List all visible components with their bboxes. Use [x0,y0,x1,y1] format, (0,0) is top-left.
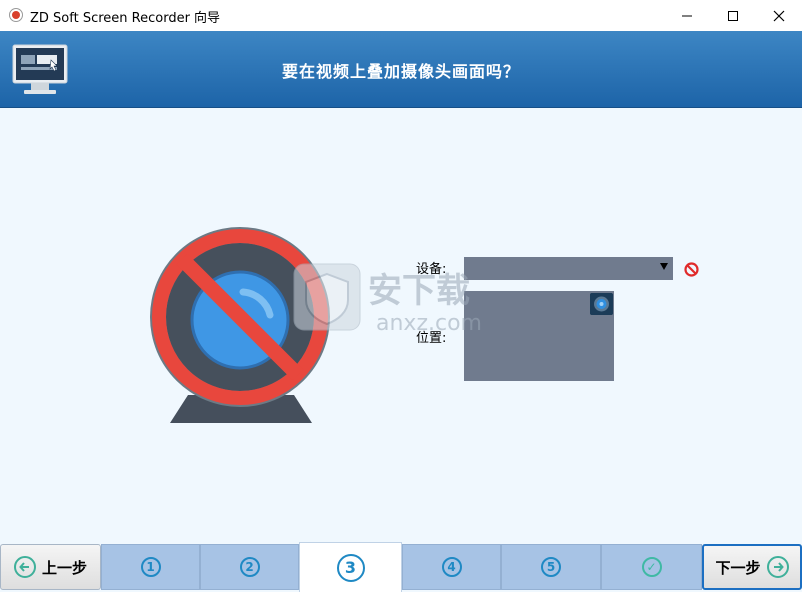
step-2-tab[interactable]: 2 [200,544,299,590]
watermark-text-cn: 安下载 [368,271,470,311]
no-entry-icon[interactable] [683,261,700,278]
step-1-number: 1 [140,557,161,577]
content-area: 设备: 位置: 安下载 anxz.com [0,108,802,542]
step-5-tab[interactable]: 5 [501,544,601,590]
next-label: 下一步 [715,558,761,577]
watermark-text-en: anxz.com [376,311,482,336]
page-title: 要在视频上叠加摄像头画面吗？ [281,62,520,81]
step-3-number: 3 [336,553,365,582]
step-2-number: 2 [239,557,260,577]
step-4-tab[interactable]: 4 [402,544,501,590]
maximize-button[interactable] [710,0,756,31]
step-3-tab[interactable]: 3 [299,542,402,592]
watermark-logo: 安下载 anxz.com [293,263,482,336]
chevron-down-icon [660,263,668,270]
minimize-icon [682,15,692,16]
previous-label: 上一步 [41,558,87,577]
step-5-number: 5 [541,557,561,577]
app-record-icon [9,8,23,22]
step-4-number: 4 [441,557,462,577]
previous-button[interactable]: 上一步 [0,544,101,590]
webcam-position-handle-icon[interactable] [590,293,613,315]
close-icon [773,10,785,21]
close-button[interactable] [756,0,802,31]
window-title: ZD Soft Screen Recorder 向导 [30,11,221,26]
title-bar: ZD Soft Screen Recorder 向导 [0,0,802,32]
checkmark-icon: ✓ [641,557,662,577]
step-1-tab[interactable]: 1 [101,544,200,590]
next-button[interactable]: 下一步 [702,544,802,590]
minimize-button[interactable] [664,0,710,31]
maximize-icon [728,10,738,21]
step-finish-tab[interactable]: ✓ [601,544,702,590]
wizard-navigation: 上一步 1 2 3 4 5 ✓ 下一步 [0,542,802,592]
wizard-header: 要在视频上叠加摄像头画面吗？ [0,31,802,108]
arrow-right-icon [766,556,789,578]
arrow-left-icon [13,556,36,578]
